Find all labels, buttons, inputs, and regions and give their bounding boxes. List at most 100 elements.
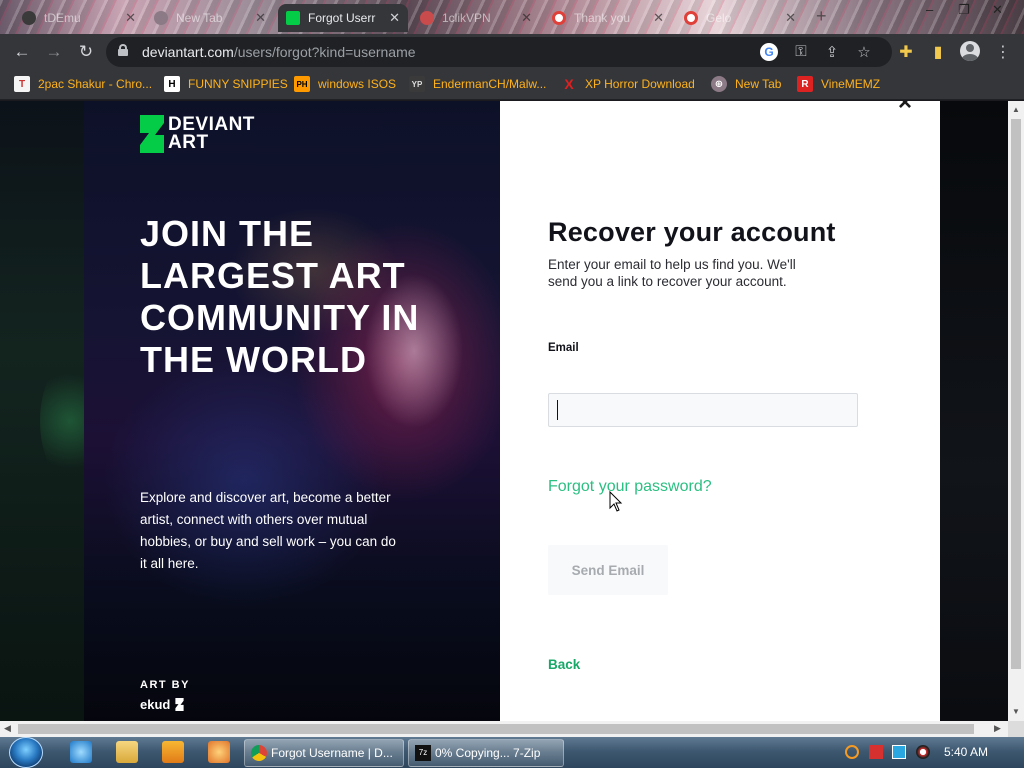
close-tab-icon[interactable]: ✕ xyxy=(653,10,664,26)
tab-2[interactable]: New Tab ✕ xyxy=(146,4,274,32)
horizontal-scrollbar[interactable]: ◀ ▶ xyxy=(0,721,1008,737)
bookmark-label: FUNNY SNIPPIES xyxy=(188,77,288,91)
gear-icon xyxy=(22,11,36,25)
url-domain: deviantart.com xyxy=(142,44,234,60)
back-link[interactable]: Back xyxy=(548,657,580,672)
tab-4[interactable]: 1clikVPN ✕ xyxy=(412,4,540,32)
close-icon[interactable]: × xyxy=(898,101,912,117)
artist-name: ekud xyxy=(140,697,171,712)
task-label: 0% Copying... 7-Zip xyxy=(435,746,541,760)
email-field[interactable] xyxy=(548,393,858,427)
artist-credit[interactable]: ekud xyxy=(140,697,184,712)
close-tab-icon[interactable]: ✕ xyxy=(125,10,136,26)
google-icon[interactable]: G xyxy=(760,43,778,61)
join-headline: JOIN THE LARGEST ART COMMUNITY IN THE WO… xyxy=(140,213,420,380)
art-by-label: ART BY xyxy=(140,679,190,691)
bookmark-favicon: X xyxy=(564,76,574,92)
scroll-right-arrow-icon[interactable]: ▶ xyxy=(994,723,1001,734)
tab-strip: tDEmu ✕ New Tab ✕ Forgot Userr ✕ 1clikVP… xyxy=(0,0,1024,34)
forward-arrow-icon[interactable]: → xyxy=(44,42,64,62)
internet-explorer-icon[interactable] xyxy=(70,741,92,763)
taskbar-7zip-window[interactable]: 7z 0% Copying... 7-Zip xyxy=(408,739,564,767)
vertical-scrollbar[interactable]: ▲ ▼ xyxy=(1008,101,1024,721)
bookmark-new-tab[interactable]: ⊕ New Tab xyxy=(711,76,781,92)
tab-1[interactable]: tDEmu ✕ xyxy=(14,4,144,32)
minimize-icon[interactable]: – xyxy=(926,2,933,17)
forgot-password-link[interactable]: Forgot your password? xyxy=(548,478,712,496)
scroll-left-arrow-icon[interactable]: ◀ xyxy=(4,723,11,734)
scrollbar-thumb[interactable] xyxy=(18,724,974,734)
file-explorer-icon[interactable] xyxy=(116,741,138,763)
bookmark-vinememz[interactable]: R VineMEMZ xyxy=(797,76,880,92)
bookmark-funny-snippies[interactable]: H FUNNY SNIPPIES xyxy=(164,76,288,92)
extensions-icon[interactable]: ✚ xyxy=(896,42,916,62)
bookmark-xp-horror[interactable]: X XP Horror Download xyxy=(561,76,695,92)
side-panel-icon[interactable]: ▮ xyxy=(928,42,948,62)
close-window-icon[interactable]: ✕ xyxy=(992,2,1003,18)
flag-tray-icon[interactable] xyxy=(869,745,883,759)
bookmark-star-icon[interactable]: ☆ xyxy=(854,43,874,61)
deviantart-mark-icon xyxy=(140,115,164,153)
opera-icon xyxy=(552,11,566,25)
key-icon[interactable]: ⚿ xyxy=(791,43,811,60)
text-caret xyxy=(557,400,558,420)
tab-forgot-username[interactable]: Forgot Userr ✕ xyxy=(278,4,408,32)
close-tab-icon[interactable]: ✕ xyxy=(785,10,796,26)
back-arrow-icon[interactable]: ← xyxy=(12,42,32,62)
deviantart-logo[interactable]: DEVIANT ART xyxy=(140,115,255,153)
scrollbar-corner xyxy=(1008,721,1024,737)
close-tab-icon[interactable]: ✕ xyxy=(389,10,400,26)
chrome-icon xyxy=(251,745,267,761)
tab-label: Thank you xyxy=(574,11,631,25)
logo-text-line2: ART xyxy=(168,132,209,153)
page-title: Recover your account xyxy=(548,217,836,247)
restore-icon[interactable]: ❐ xyxy=(958,2,970,18)
system-clock[interactable]: 5:40 AM xyxy=(944,745,988,759)
bookmark-windows-isos[interactable]: PH windows ISOS xyxy=(294,76,396,92)
volume-tray-icon[interactable] xyxy=(916,745,930,759)
art-panel: DEVIANT ART JOIN THE LARGEST ART COMMUNI… xyxy=(84,101,500,721)
tab-label: New Tab xyxy=(176,11,223,25)
url-path: /users/forgot?kind=username xyxy=(233,44,416,60)
bookmark-endermanch[interactable]: YP EndermanCH/Malw... xyxy=(409,76,546,92)
media-player-icon[interactable] xyxy=(162,741,184,763)
bookmark-favicon: R xyxy=(797,76,813,92)
tab-label: Forgot Userr xyxy=(308,11,376,25)
deviantart-mark-icon xyxy=(175,698,184,711)
search-tray-icon[interactable] xyxy=(845,745,859,759)
scroll-down-arrow-icon[interactable]: ▼ xyxy=(1008,707,1024,716)
bookmark-favicon: YP xyxy=(409,76,425,92)
address-bar[interactable]: deviantart.com/users/forgot?kind=usernam… xyxy=(106,37,892,67)
tab-label: Gelo xyxy=(706,11,732,25)
start-button[interactable] xyxy=(9,737,43,768)
scrollbar-thumb[interactable] xyxy=(1011,119,1021,669)
new-tab-button[interactable]: + xyxy=(816,6,827,27)
globe-icon xyxy=(154,11,168,25)
close-tab-icon[interactable]: ✕ xyxy=(521,10,532,26)
menu-kebab-icon[interactable]: ⋮ xyxy=(993,42,1013,62)
taskbar-chrome-window[interactable]: Forgot Username | D... xyxy=(244,739,404,767)
profile-avatar[interactable] xyxy=(960,41,980,61)
bookmark-favicon: ⊕ xyxy=(711,76,727,92)
bookmark-label: New Tab xyxy=(735,77,782,91)
close-tab-icon[interactable]: ✕ xyxy=(255,10,266,26)
paint-icon[interactable] xyxy=(208,741,230,763)
lock-icon[interactable] xyxy=(118,44,128,56)
network-tray-icon[interactable] xyxy=(892,745,906,759)
bookmark-favicon: H xyxy=(164,76,180,92)
form-description: Enter your email to help us find you. We… xyxy=(548,257,796,289)
bookmark-label: VineMEMZ xyxy=(821,77,881,91)
scroll-up-arrow-icon[interactable]: ▲ xyxy=(1008,105,1024,114)
send-email-button[interactable]: Send Email xyxy=(548,545,668,595)
tab-5[interactable]: Thank you ✕ xyxy=(544,4,672,32)
bookmark-favicon: PH xyxy=(294,76,310,92)
reload-icon[interactable]: ↻ xyxy=(76,42,96,62)
bookmark-label: 2pac Shakur - Chro... xyxy=(38,77,153,91)
bookmarks-bar: T 2pac Shakur - Chro... H FUNNY SNIPPIES… xyxy=(0,70,1024,100)
url-text[interactable]: deviantart.com/users/forgot?kind=usernam… xyxy=(142,44,416,60)
bookmark-2pac[interactable]: T 2pac Shakur - Chro... xyxy=(14,76,152,92)
bookmark-label: EndermanCH/Malw... xyxy=(433,77,547,91)
windows-taskbar: Forgot Username | D... 7z 0% Copying... … xyxy=(0,737,1024,768)
share-icon[interactable]: ⇪ xyxy=(822,43,842,61)
tab-6[interactable]: Gelo ✕ xyxy=(676,4,804,32)
